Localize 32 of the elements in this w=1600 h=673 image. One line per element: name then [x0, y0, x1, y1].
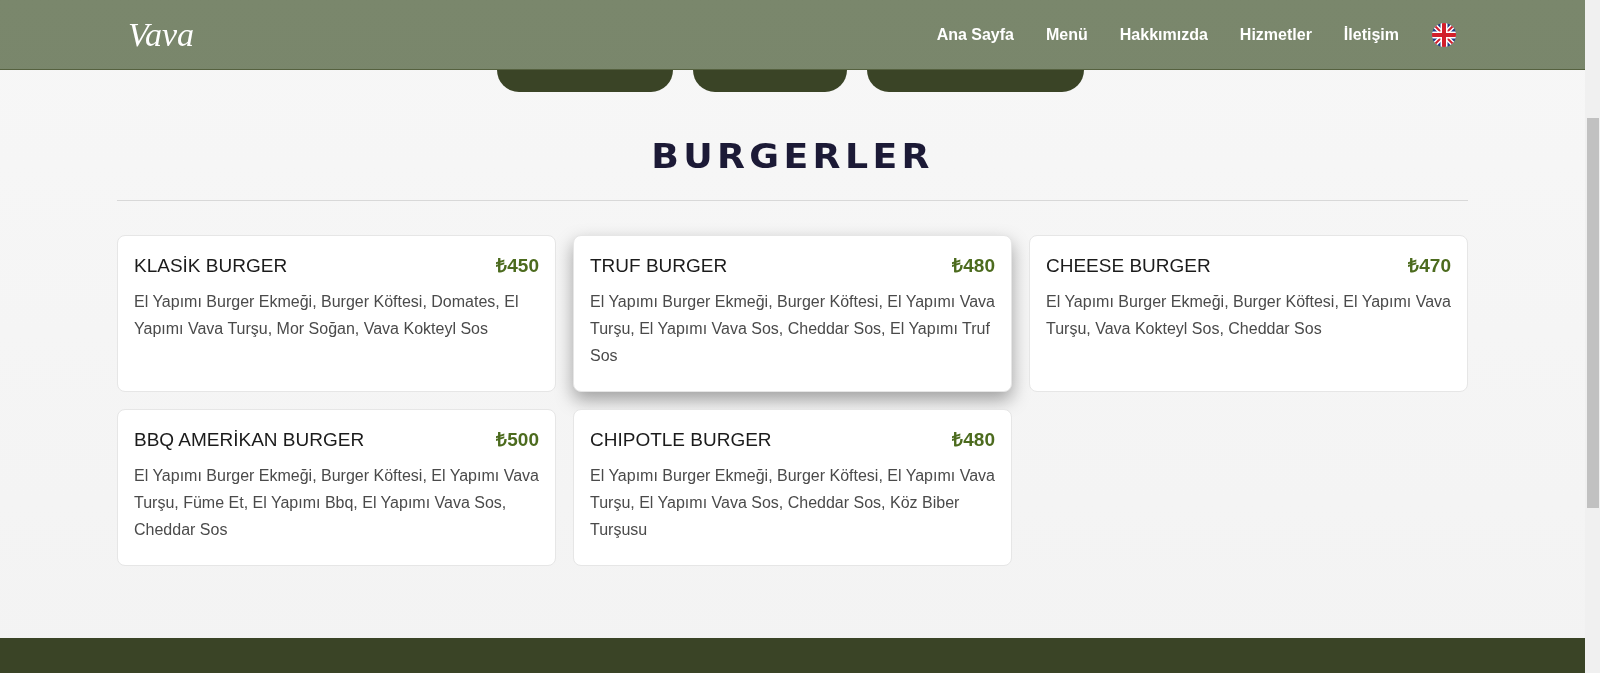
item-description: El Yapımı Burger Ekmeği, Burger Köftesi, Domates, El Yapımı Vava Turşu, Mor Soğan, Vava Kokteyl Sos — [134, 292, 520, 339]
item-name: CHEESE BURGER — [1046, 253, 1211, 278]
nav-link[interactable]: Hakkımızda — [1119, 22, 1208, 47]
item-name: KLASİK BURGER — [134, 253, 288, 278]
menu-item-card[interactable]: TRUF BURGER ₺480 El Yapımı Burger Ekmeği, Burger Köftesi, El Yapımı Vava Turşu, El Yapımı Vava Sos, Cheddar Sos, El Yapımı Truf Sos — [573, 234, 1012, 392]
item-name: TRUF BURGER — [590, 253, 728, 278]
item-description: El Yapımı Burger Ekmeği, Burger Köftesi, El Yapımı Vava Turşu, Füme Et, El Yapımı Bbq, El Yapımı Vava Sos, Cheddar Sos — [134, 466, 539, 540]
item-description: El Yapımı Burger Ekmeği, Burger Köftesi, El Yapımı Vava Turşu, El Yapımı Vava Sos, Cheddar Sos, El Yapımı Truf Sos — [590, 292, 995, 366]
menu-item-card[interactable]: KLASİK BURGER ₺450 El Yapımı Burger Ekmeği, Burger Köftesi, Domates, El Yapımı Vava Turşu, Mor Soğan, Vava Kokteyl Sos — [117, 234, 556, 392]
menu-item-card[interactable]: BBQ AMERİKAN BURGER ₺500 El Yapımı Burger Ekmeği, Burger Köftesi, El Yapımı Vava Turşu, Füme Et, El Yapımı Bbq, El Yapımı Vava Sos, Cheddar Sos — [117, 408, 556, 566]
menu-item-card[interactable]: CHEESE BURGER ₺470 El Yapımı Burger Ekmeği, Burger Köftesi, El Yapımı Vava Turşu, Vava Kokteyl Sos, Cheddar Sos — [1029, 234, 1468, 392]
item-price: ₺500 — [496, 427, 539, 452]
item-price: ₺480 — [952, 253, 995, 278]
category-button[interactable] — [867, 70, 1084, 92]
item-name: BBQ AMERİKAN BURGER — [134, 427, 365, 452]
nav-link[interactable]: Menü — [1046, 22, 1088, 47]
item-price: ₺450 — [496, 253, 539, 278]
item-name: CHIPOTLE BURGER — [590, 427, 772, 452]
item-price: ₺470 — [1408, 253, 1451, 278]
nav-link[interactable]: Hizmetler — [1239, 22, 1312, 47]
nav-link[interactable]: İletişim — [1343, 22, 1399, 47]
item-description: El Yapımı Burger Ekmeği, Burger Köftesi, El Yapımı Vava Turşu, El Yapımı Vava Sos, Cheddar Sos, Köz Biber Turşusu — [590, 466, 995, 540]
item-description: El Yapımı Burger Ekmeği, Burger Köftesi, El Yapımı Vava Turşu, Vava Kokteyl Sos, Cheddar Sos — [1046, 292, 1451, 339]
section-title: BURGERLER — [650, 136, 935, 178]
uk-flag-icon[interactable] — [1431, 21, 1457, 48]
scrollbar[interactable] — [1585, 0, 1600, 673]
item-price: ₺480 — [952, 427, 995, 452]
logo[interactable]: Vava — [128, 9, 195, 60]
category-button[interactable] — [693, 70, 847, 92]
nav-link[interactable]: Ana Sayfa — [936, 22, 1014, 47]
menu-item-card[interactable]: CHIPOTLE BURGER ₺480 El Yapımı Burger Ekmeği, Burger Köftesi, El Yapımı Vava Turşu, El Yapımı Vava Sos, Cheddar Sos, Köz Biber Turşusu — [573, 408, 1012, 566]
category-button[interactable] — [497, 70, 673, 92]
